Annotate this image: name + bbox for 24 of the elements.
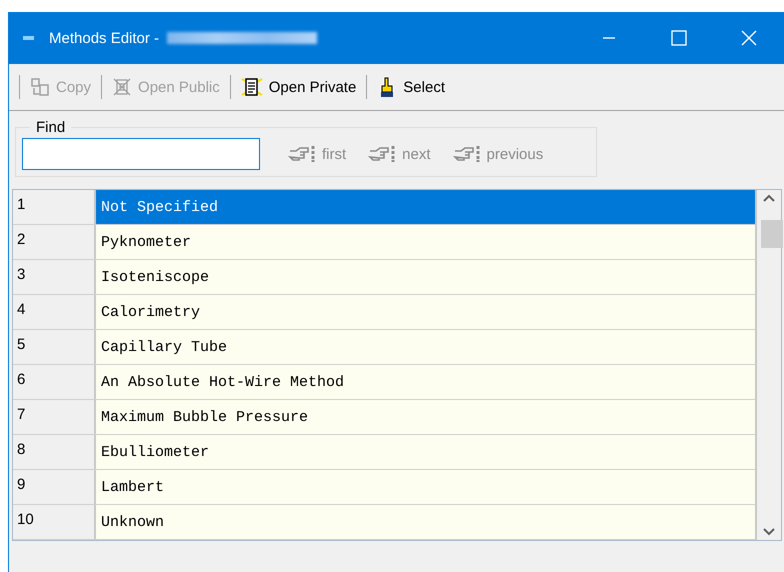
document-icon (112, 77, 132, 97)
table-cell[interactable]: Isoteniscope (96, 260, 755, 294)
scrollbar-thumb[interactable] (761, 220, 783, 248)
table-cell[interactable]: An Absolute Hot-Wire Method (96, 365, 755, 399)
table-cell[interactable]: Pyknometer (96, 225, 755, 259)
document-icon (240, 76, 263, 98)
scroll-up-icon[interactable] (763, 194, 775, 202)
table-cell[interactable]: Capillary Tube (96, 330, 755, 364)
table-cell[interactable]: Unknown (96, 505, 755, 539)
find-field[interactable] (22, 138, 260, 170)
table-cell[interactable]: Calorimetry (96, 295, 755, 329)
table-cell[interactable]: Not Specified (96, 190, 755, 224)
scroll-down-icon[interactable] (763, 528, 775, 536)
toolbar-button[interactable]: Select (373, 74, 449, 100)
table-cell[interactable]: Lambert (96, 470, 755, 504)
maximize-icon (671, 30, 687, 46)
find-label: Find (35, 119, 66, 136)
toolbar-button[interactable]: Open Private (236, 74, 360, 100)
table-cell[interactable]: Ebulliometer (96, 435, 755, 469)
window-title: Methods Editor - (49, 30, 160, 46)
table-cell[interactable]: Maximum Bubble Pressure (96, 400, 755, 434)
scrollbar[interactable] (755, 190, 781, 540)
close-icon (741, 30, 757, 46)
copy-icon (30, 77, 50, 97)
